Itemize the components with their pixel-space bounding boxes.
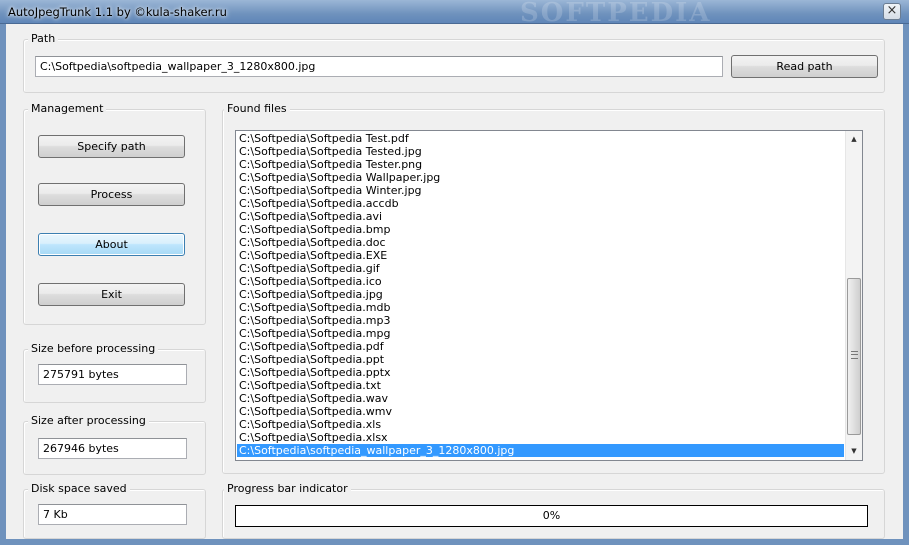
size-before-label: Size before processing [28,342,159,355]
found-files-label: Found files [224,102,290,115]
list-item[interactable]: C:\Softpedia\Softpedia.mdb [237,301,844,314]
list-item[interactable]: C:\Softpedia\Softpedia.xls [237,418,844,431]
list-item[interactable]: C:\Softpedia\Softpedia.bmp [237,223,844,236]
found-files-list[interactable]: C:\Softpedia\Softpedia Test.pdf C:\Softpe… [235,130,863,461]
disk-saved-label: Disk space saved [28,482,130,495]
read-path-button[interactable]: Read path [731,55,878,78]
title-bar[interactable]: SOFTPEDIA AutoJpegTrunk 1.1 by ©kula-sha… [0,0,909,28]
progress-bar: 0% [235,505,868,527]
scroll-down-arrow-icon[interactable]: ▼ [846,443,862,460]
scroll-up-arrow-icon[interactable]: ▲ [846,131,862,148]
file-list-items: C:\Softpedia\Softpedia Test.pdf C:\Softpe… [237,132,844,457]
scroll-thumb[interactable] [847,278,861,435]
list-item[interactable]: C:\Softpedia\Softpedia.jpg [237,288,844,301]
list-item[interactable]: C:\Softpedia\Softpedia Winter.jpg [237,184,844,197]
list-item[interactable]: C:\Softpedia\Softpedia.EXE [237,249,844,262]
list-item[interactable]: C:\Softpedia\Softpedia.ppt [237,353,844,366]
path-group-label: Path [28,32,59,45]
list-item[interactable]: C:\Softpedia\Softpedia.accdb [237,197,844,210]
window-frame: Path C:\Softpedia\softpedia_wallpaper_3_… [0,24,909,545]
progress-text: 0% [542,509,561,522]
path-input[interactable]: C:\Softpedia\softpedia_wallpaper_3_1280x… [35,56,723,77]
specify-path-button[interactable]: Specify path [38,135,185,158]
list-item[interactable]: C:\Softpedia\softpedia_wallpaper_3_1280x… [237,444,844,457]
list-item[interactable]: C:\Softpedia\Softpedia.pdf [237,340,844,353]
list-item[interactable]: C:\Softpedia\Softpedia.mpg [237,327,844,340]
list-item[interactable]: C:\Softpedia\Softpedia.doc [237,236,844,249]
about-button[interactable]: About [38,233,185,256]
list-item[interactable]: C:\Softpedia\Softpedia Tester.png [237,158,844,171]
management-group-label: Management [28,102,107,115]
close-button[interactable]: × [883,3,901,20]
list-item[interactable]: C:\Softpedia\Softpedia.txt [237,379,844,392]
close-icon: × [886,3,898,18]
list-item[interactable]: C:\Softpedia\Softpedia Test.pdf [237,132,844,145]
list-item[interactable]: C:\Softpedia\Softpedia.xlsx [237,431,844,444]
list-item[interactable]: C:\Softpedia\Softpedia.avi [237,210,844,223]
list-item[interactable]: C:\Softpedia\Softpedia.pptx [237,366,844,379]
list-item[interactable]: C:\Softpedia\Softpedia.ico [237,275,844,288]
progress-label: Progress bar indicator [224,482,351,495]
list-item[interactable]: C:\Softpedia\Softpedia.mp3 [237,314,844,327]
size-after-field: 267946 bytes [38,438,187,459]
window-title: AutoJpegTrunk 1.1 by ©kula-shaker.ru [8,5,227,19]
list-scrollbar[interactable]: ▲ ▼ [845,131,862,460]
list-item[interactable]: C:\Softpedia\Softpedia.wmv [237,405,844,418]
disk-saved-field: 7 Kb [38,504,187,525]
list-item[interactable]: C:\Softpedia\Softpedia Tested.jpg [237,145,844,158]
list-item[interactable]: C:\Softpedia\Softpedia.wav [237,392,844,405]
exit-button[interactable]: Exit [38,283,185,306]
process-button[interactable]: Process [38,183,185,206]
size-before-field: 275791 bytes [38,364,187,385]
list-item[interactable]: C:\Softpedia\Softpedia.gif [237,262,844,275]
size-after-label: Size after processing [28,414,149,427]
scroll-grip-icon [851,351,858,359]
list-item[interactable]: C:\Softpedia\Softpedia Wallpaper.jpg [237,171,844,184]
window-client: Path C:\Softpedia\softpedia_wallpaper_3_… [6,24,903,539]
